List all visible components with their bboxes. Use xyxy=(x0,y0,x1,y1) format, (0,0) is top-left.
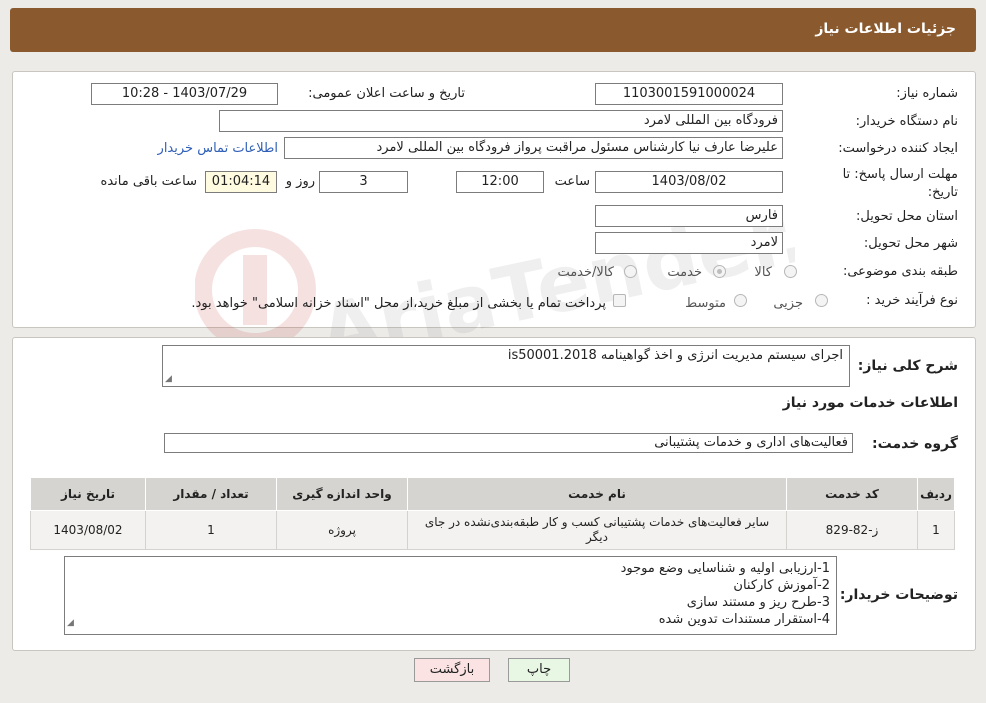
note-line: 2-آموزش کارکنان xyxy=(733,578,830,593)
table-row: 1 ز-82-829 سایر فعالیت‌های خدمات پشتیبان… xyxy=(30,510,955,550)
summary-textarea: اجرای سیستم مدیریت انرژی و اخذ گواهینامه… xyxy=(162,345,850,387)
note-line: 4-استقرار مستندات تدوین شده xyxy=(658,612,830,627)
table-header-row: ردیف کد خدمت نام خدمت واحد اندازه گیری ت… xyxy=(30,477,955,511)
buyer-label: نام دستگاه خریدار: xyxy=(855,114,958,129)
city-field: لامرد xyxy=(595,232,783,254)
remaining-time-field: 01:04:14 xyxy=(205,171,277,193)
col-service-name: نام خدمت xyxy=(407,477,787,511)
process-minor-radio[interactable] xyxy=(815,294,828,307)
category-label: طبقه بندی موضوعی: xyxy=(842,264,958,279)
days-field: 3 xyxy=(319,171,408,193)
note-line: 3-طرح ریز و مستند سازی xyxy=(686,595,830,610)
cell-quantity: 1 xyxy=(145,510,277,550)
city-label: شهر محل تحویل: xyxy=(863,236,958,251)
col-service-code: کد خدمت xyxy=(786,477,918,511)
resize-grip-icon[interactable]: ◢ xyxy=(67,615,74,632)
services-table: ردیف کد خدمت نام خدمت واحد اندازه گیری ت… xyxy=(30,477,955,550)
print-button[interactable]: چاپ xyxy=(508,658,570,682)
announce-label: تاریخ و ساعت اعلان عمومی: xyxy=(308,86,465,101)
category-both-radio[interactable] xyxy=(624,265,637,278)
col-quantity: تعداد / مقدار xyxy=(145,477,277,511)
category-service-label: خدمت xyxy=(667,265,702,280)
buyer-notes-textarea: 1-ارزیابی اولیه و شناسایی وضع موجود 2-آم… xyxy=(64,556,837,635)
page-header: جزئیات اطلاعات نیاز xyxy=(10,8,976,52)
province-label: استان محل تحویل: xyxy=(856,209,958,224)
page-title: جزئیات اطلاعات نیاز xyxy=(815,21,956,37)
col-row: ردیف xyxy=(917,477,955,511)
category-both-label: کالا/خدمت xyxy=(557,265,614,280)
category-goods-radio[interactable] xyxy=(784,265,797,278)
process-minor-label: جزیی xyxy=(773,296,803,311)
treasury-payment-checkbox[interactable] xyxy=(613,294,626,307)
deadline-date-field: 1403/08/02 xyxy=(595,171,783,193)
category-goods-label: کالا xyxy=(754,265,772,280)
col-need-date: تاریخ نیاز xyxy=(30,477,146,511)
category-service-radio[interactable] xyxy=(713,265,726,278)
col-unit: واحد اندازه گیری xyxy=(276,477,408,511)
service-group-label: گروه خدمت: xyxy=(872,436,958,452)
province-field: فارس xyxy=(595,205,783,227)
deadline-time-label: ساعت xyxy=(554,174,590,189)
requester-field: علیرضا عارف نیا کارشناس مسئول مراقبت پرو… xyxy=(284,137,783,159)
resize-grip-icon[interactable]: ◢ xyxy=(165,374,172,384)
need-number-field: 1103001591000024 xyxy=(595,83,783,105)
services-heading: اطلاعات خدمات مورد نیاز xyxy=(782,395,958,411)
summary-text: اجرای سیستم مدیریت انرژی و اخذ گواهینامه… xyxy=(507,348,843,363)
process-medium-label: متوسط xyxy=(685,296,726,311)
announce-field: 1403/07/29 - 10:28 xyxy=(91,83,278,105)
deadline-label: مهلت ارسال پاسخ: تا تاریخ: xyxy=(842,167,958,200)
buyer-notes-label: توضیحات خریدار: xyxy=(839,587,958,603)
payment-note: پرداخت تمام یا بخشی از مبلغ خرید،از محل … xyxy=(191,296,606,311)
remaining-label: ساعت باقی مانده xyxy=(100,174,197,189)
requester-label: ایجاد کننده درخواست: xyxy=(838,141,958,156)
summary-label: شرح کلی نیاز: xyxy=(857,358,958,374)
process-medium-radio[interactable] xyxy=(734,294,747,307)
cell-need-date: 1403/08/02 xyxy=(30,510,146,550)
process-label: نوع فرآیند خرید : xyxy=(866,293,958,308)
need-number-label: شماره نیاز: xyxy=(896,86,958,101)
service-group-field: فعالیت‌های اداری و خدمات پشتیبانی xyxy=(164,433,853,453)
cell-unit: پروژه xyxy=(276,510,408,550)
days-label: روز و xyxy=(285,174,315,189)
back-button[interactable]: بازگشت xyxy=(414,658,490,682)
note-line: 1-ارزیابی اولیه و شناسایی وضع موجود xyxy=(620,561,830,576)
cell-row: 1 xyxy=(917,510,955,550)
deadline-time-field: 12:00 xyxy=(456,171,544,193)
buyer-field: فرودگاه بین المللی لامرد xyxy=(219,110,783,132)
buyer-contact-link[interactable]: اطلاعات تماس خریدار xyxy=(158,141,278,156)
cell-service-name: سایر فعالیت‌های خدمات پشتیبانی کسب و کار… xyxy=(407,510,787,550)
cell-service-code: ز-82-829 xyxy=(786,510,918,550)
